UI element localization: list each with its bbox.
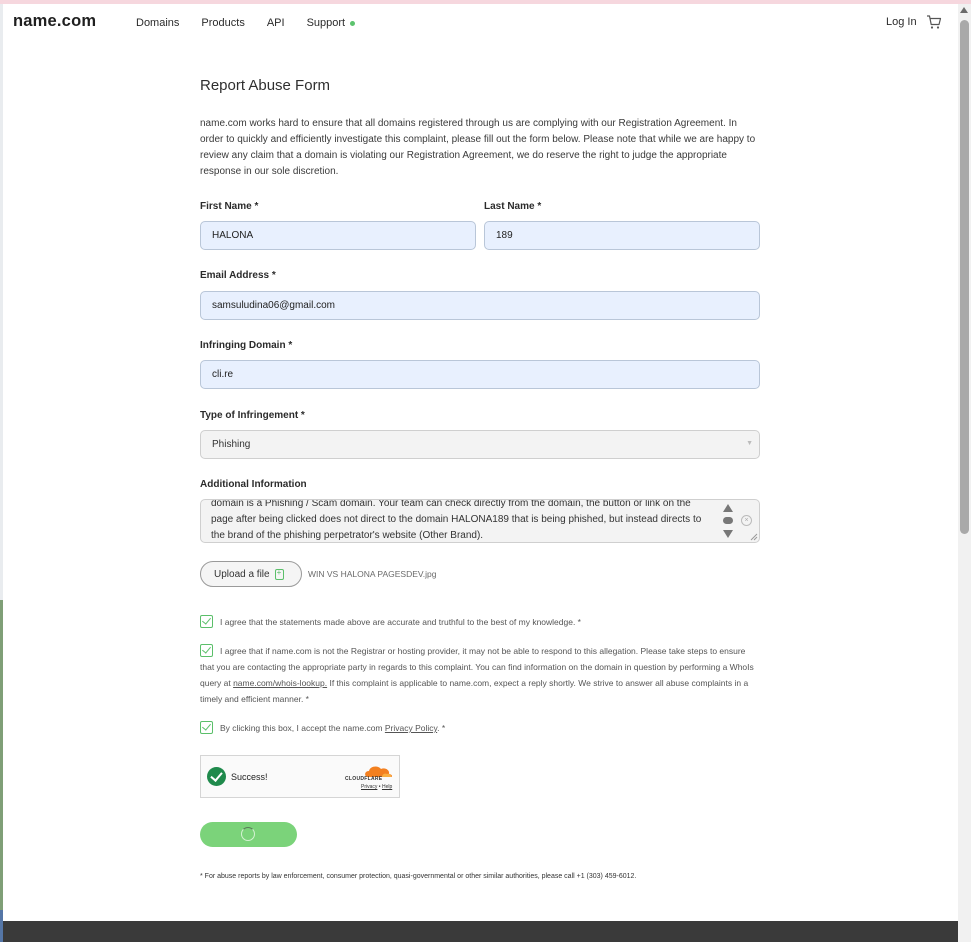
last-name-label: Last Name * [484,201,542,212]
infringement-type-value: Phishing [212,439,251,450]
nav-api[interactable]: API [267,17,285,29]
cloudflare-brand: CLOUDFLARE [345,776,383,782]
accuracy-agreement-text: I agree that the statements made above a… [220,617,581,627]
uploaded-file-name: WIN VS HALONA PAGESDEV.jpg [308,569,437,579]
whois-lookup-link[interactable]: name.com/whois-lookup. [233,678,327,688]
main-nav: Domains Products API Support [136,17,377,29]
privacy-policy-link[interactable]: Privacy Policy [385,723,437,733]
captcha-status: Success! [231,772,268,782]
domain-label: Infringing Domain * [200,340,293,351]
first-name-field[interactable]: HALONA [200,221,476,250]
privacy-checkbox[interactable] [200,721,213,734]
privacy-agreement-text: By clicking this box, I accept the name.… [220,720,760,736]
cloudflare-links: Privacy • Help [361,784,392,790]
footnote: * For abuse reports by law enforcement, … [200,873,637,880]
submit-button[interactable] [200,822,297,847]
cf-link-separator: • [378,784,381,790]
page-scrollbar[interactable] [958,4,971,942]
site-logo[interactable]: name.com [13,12,96,31]
nav-domains[interactable]: Domains [136,17,179,29]
intro-text: name.com works hard to ensure that all d… [200,118,756,177]
infringing-domain-field[interactable]: cli.re [200,360,760,389]
spin-handle-icon[interactable] [723,517,733,524]
email-label: Email Address * [200,270,276,281]
upload-button-label: Upload a file [214,568,270,580]
last-name-field[interactable]: 189 [484,221,760,250]
infringement-type-label: Type of Infringement * [200,410,305,421]
cf-privacy-link[interactable]: Privacy [361,784,377,790]
site-header: name.com Domains Products API Support Lo… [3,4,958,42]
scroll-thumb[interactable] [960,20,969,534]
cf-help-link[interactable]: Help [382,784,392,790]
page-title: Report Abuse Form [200,77,331,94]
status-dot-icon [350,20,356,26]
site-footer [3,921,958,942]
additional-info-text: domain is a Phishing / Scam domain. Your… [211,499,702,541]
nav-support-label: Support [306,17,346,29]
file-add-icon [274,568,284,580]
clear-icon[interactable]: × [741,515,752,526]
cloudflare-captcha[interactable]: Success! CLOUDFLARE Privacy • Help [200,755,400,798]
email-field[interactable]: samsuludina06@gmail.com [200,291,760,320]
loading-spinner-icon [241,827,255,841]
spin-down-icon[interactable] [723,530,733,538]
chevron-down-icon: ▼ [746,440,753,447]
infringement-type-select[interactable]: Phishing ▼ [200,430,760,459]
resize-grip-icon[interactable] [750,533,758,541]
privacy-text-before: By clicking this box, I accept the name.… [220,723,385,733]
cart-icon[interactable] [926,14,942,30]
scroll-up-arrow-icon[interactable] [960,7,968,13]
upload-file-button[interactable]: Upload a file [200,561,302,587]
left-edge-strip [0,4,3,942]
nav-support[interactable]: Support [307,17,356,29]
first-name-label: First Name * [200,201,259,212]
additional-info-label: Additional Information [200,479,307,490]
privacy-text-after: . * [437,723,446,733]
textarea-spin-control[interactable] [720,503,736,539]
login-link[interactable]: Log In [886,16,917,28]
accuracy-checkbox[interactable] [200,615,213,628]
nav-products[interactable]: Products [201,17,244,29]
additional-info-textarea[interactable]: domain is a Phishing / Scam domain. Your… [200,499,760,543]
registrar-agreement-text: I agree that if name.com is not the Regi… [200,643,760,707]
spin-up-icon[interactable] [723,504,733,512]
success-check-icon [207,767,226,786]
